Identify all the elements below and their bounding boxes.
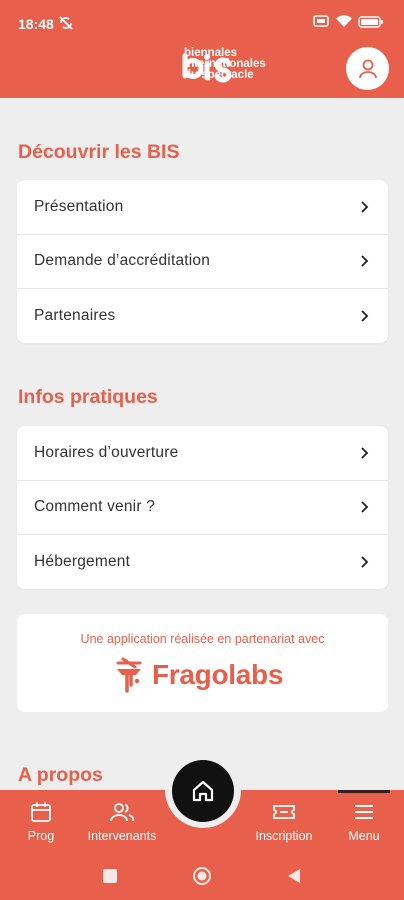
card-infos: Horaires d’ouverture Comment venir ? Héb… xyxy=(17,426,388,589)
nav-active-indicator xyxy=(338,790,390,793)
fragolabs-logo-icon xyxy=(116,657,142,693)
list-item-label: Demande d’accréditation xyxy=(34,252,211,270)
calendar-icon xyxy=(31,802,51,822)
partner-brand: Fragolabs xyxy=(152,659,284,690)
chevron-right-icon xyxy=(361,447,369,459)
nav-tab-prog[interactable]: Prog xyxy=(22,790,60,852)
status-bar: 18:48 xyxy=(0,0,404,46)
list-item-hebergement[interactable]: Hébergement xyxy=(17,535,388,589)
profile-button[interactable] xyxy=(346,47,389,90)
list-item-accreditation[interactable]: Demande d’accréditation xyxy=(17,235,388,289)
status-time: 18:48 xyxy=(18,16,54,32)
nav-label: Intervenants xyxy=(87,829,157,843)
chevron-right-icon xyxy=(361,310,369,322)
fragolabs-logo: Fragolabs xyxy=(114,656,283,694)
section-title-decouvrir: Découvrir les BIS xyxy=(18,141,180,163)
recents-icon[interactable] xyxy=(102,868,118,884)
system-home-icon[interactable] xyxy=(192,866,212,886)
section-title-infos: Infos pratiques xyxy=(18,386,158,408)
home-icon xyxy=(192,780,214,802)
card-decouvrir: Présentation Demande d’accréditation Par… xyxy=(17,180,388,343)
chevron-right-icon xyxy=(361,556,369,568)
battery-saver-icon xyxy=(313,15,329,27)
list-item-label: Partenaires xyxy=(34,307,116,325)
nav-tab-menu[interactable]: Menu xyxy=(342,790,386,852)
chevron-right-icon xyxy=(361,255,369,267)
list-item-comment-venir[interactable]: Comment venir ? xyxy=(17,481,388,535)
chevron-right-icon xyxy=(361,501,369,513)
chevron-right-icon xyxy=(361,201,369,213)
section-title-apropos: A propos xyxy=(18,764,103,786)
ticket-icon xyxy=(273,805,295,819)
battery-icon xyxy=(358,16,383,28)
list-item-label: Comment venir ? xyxy=(34,498,156,516)
nav-label: Prog xyxy=(27,829,55,843)
menu-icon xyxy=(355,805,373,819)
list-item-partenaires[interactable]: Partenaires xyxy=(17,289,388,343)
back-icon[interactable] xyxy=(286,868,302,884)
home-button[interactable] xyxy=(172,760,234,822)
list-item-label: Hébergement xyxy=(34,553,131,571)
user-icon xyxy=(358,59,377,78)
nav-label: Inscription xyxy=(255,829,313,843)
nav-tab-inscription[interactable]: Inscription xyxy=(248,790,320,852)
logo-wordmark: biennales internationales du spectacle xyxy=(184,47,266,81)
partner-text: Une application réalisée en partenariat … xyxy=(80,632,325,646)
list-item-presentation[interactable]: Présentation xyxy=(17,180,388,235)
list-item-label: Horaires d’ouverture xyxy=(34,443,179,461)
sync-off-icon xyxy=(59,16,73,30)
list-item-label: Présentation xyxy=(34,197,124,215)
people-icon xyxy=(110,803,135,822)
nav-tab-intervenants[interactable]: Intervenants xyxy=(80,790,164,852)
list-item-horaires[interactable]: Horaires d’ouverture xyxy=(17,426,388,481)
wifi-icon xyxy=(336,15,352,27)
system-navigation-bar xyxy=(0,852,404,900)
nav-label: Menu xyxy=(348,829,380,843)
